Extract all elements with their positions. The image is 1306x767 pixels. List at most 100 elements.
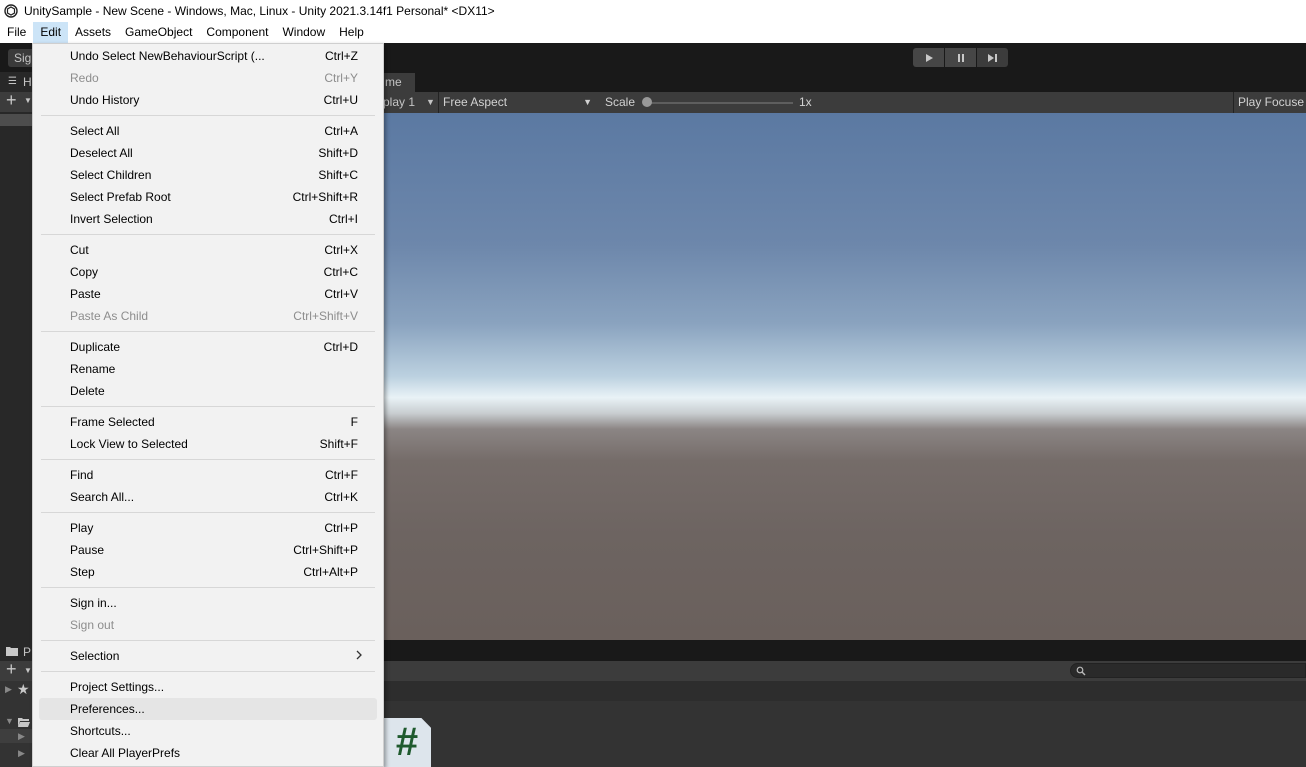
chevron-down-icon[interactable]: ▼	[24, 96, 32, 105]
menu-item-project-settings[interactable]: Project Settings...	[39, 676, 377, 698]
menu-separator	[41, 640, 375, 641]
menu-component[interactable]: Component	[199, 22, 275, 43]
chevron-right-icon	[355, 649, 363, 664]
menu-item-invert-selection[interactable]: Invert Selection Ctrl+I	[39, 208, 377, 230]
menu-separator	[41, 115, 375, 116]
menu-item-label: Copy	[70, 265, 99, 279]
menu-item-shortcut: Ctrl+Alt+P	[303, 565, 358, 579]
menu-item-frame-selected[interactable]: Frame Selected F	[39, 411, 377, 433]
menu-assets[interactable]: Assets	[68, 22, 118, 43]
aspect-dropdown[interactable]: Free Aspect ▼	[438, 92, 596, 113]
display-label: play 1	[383, 95, 416, 109]
menu-item-copy[interactable]: Copy Ctrl+C	[39, 261, 377, 283]
menu-item-deselect-all[interactable]: Deselect All Shift+D	[39, 142, 377, 164]
menu-item-label: Undo Select NewBehaviourScript (...	[70, 49, 265, 63]
step-button[interactable]	[977, 48, 1008, 67]
play-icon	[925, 53, 933, 62]
scale-slider-track[interactable]	[645, 102, 793, 104]
menu-item-label: Duplicate	[70, 340, 121, 354]
plus-icon[interactable]: +	[6, 90, 17, 111]
menu-item-shortcuts[interactable]: Shortcuts...	[39, 720, 377, 742]
menu-item-delete[interactable]: Delete	[39, 380, 377, 402]
plus-icon[interactable]: +	[6, 659, 17, 680]
menu-item-label: Select Children	[70, 168, 152, 182]
menu-item-shortcut: F	[350, 415, 358, 429]
hierarchy-selected-row[interactable]	[0, 114, 34, 126]
menu-gameobject[interactable]: GameObject	[118, 22, 199, 43]
step-icon	[988, 53, 997, 62]
menu-item-lock-view-to-selected[interactable]: Lock View to Selected Shift+F	[39, 433, 377, 455]
menu-item-label: Redo	[70, 71, 99, 85]
menu-item-label: Play	[70, 521, 94, 535]
menu-item-pause[interactable]: Pause Ctrl+Shift+P	[39, 539, 377, 561]
star-icon: ★	[17, 681, 30, 697]
folder-selected-row[interactable]	[0, 729, 34, 743]
menu-item-label: Sign in...	[70, 596, 117, 610]
menu-item-shortcut: Ctrl+Z	[325, 49, 358, 63]
hierarchy-tab[interactable]: ☰ H	[0, 72, 34, 92]
menu-item-play[interactable]: Play Ctrl+P	[39, 517, 377, 539]
menu-item-selection[interactable]: Selection	[39, 645, 377, 667]
hierarchy-toolbar: + ▼	[0, 90, 34, 112]
play-focused-dropdown[interactable]: Play Focuse	[1233, 92, 1306, 113]
aspect-label: Free Aspect	[443, 95, 508, 109]
menu-item-label: Select Prefab Root	[70, 190, 171, 204]
play-button[interactable]	[913, 48, 944, 67]
menu-item-shortcut: Ctrl+V	[324, 287, 358, 301]
menu-item-rename[interactable]: Rename	[39, 358, 377, 380]
menu-file[interactable]: File	[0, 22, 33, 43]
menu-item-select-children[interactable]: Select Children Shift+C	[39, 164, 377, 186]
pause-button[interactable]	[945, 48, 976, 67]
favorites-row[interactable]: ▶ ★	[0, 681, 34, 700]
menu-item-label: Deselect All	[70, 146, 133, 160]
menu-separator	[41, 406, 375, 407]
expand-arrow-icon: ▶	[18, 731, 25, 741]
menu-item-undo-history[interactable]: Undo History Ctrl+U	[39, 89, 377, 111]
window-title: UnitySample - New Scene - Windows, Mac, …	[24, 4, 495, 18]
project-breadcrumb	[383, 681, 1306, 702]
menu-item-duplicate[interactable]: Duplicate Ctrl+D	[39, 336, 377, 358]
menu-item-redo: Redo Ctrl+Y	[39, 67, 377, 89]
project-search-input[interactable]	[1070, 663, 1306, 678]
menu-item-search-all[interactable]: Search All... Ctrl+K	[39, 486, 377, 508]
menu-item-find[interactable]: Find Ctrl+F	[39, 464, 377, 486]
display-dropdown[interactable]: play 1 ▼	[383, 92, 437, 113]
menu-item-step[interactable]: Step Ctrl+Alt+P	[39, 561, 377, 583]
menu-item-sign-out: Sign out	[39, 614, 377, 636]
menu-item-select-prefab-root[interactable]: Select Prefab Root Ctrl+Shift+R	[39, 186, 377, 208]
csharp-script-icon: #	[395, 720, 419, 764]
menu-item-label: Selection	[70, 649, 120, 663]
menu-help[interactable]: Help	[332, 22, 371, 43]
folder-open-icon	[18, 716, 30, 730]
menu-item-select-all[interactable]: Select All Ctrl+A	[39, 120, 377, 142]
menu-item-label: Undo History	[70, 93, 140, 107]
menu-item-shortcut: Ctrl+A	[324, 124, 358, 138]
chevron-down-icon: ▼	[583, 97, 592, 107]
menu-edit[interactable]: Edit	[33, 22, 69, 43]
menu-item-paste[interactable]: Paste Ctrl+V	[39, 283, 377, 305]
game-view-toolbar: play 1 ▼ Free Aspect ▼ Scale 1x Play Foc…	[383, 92, 1306, 114]
menu-item-shortcut: Shift+C	[318, 168, 358, 182]
menu-item-shortcut: Ctrl+P	[324, 521, 358, 535]
menu-item-preferences[interactable]: Preferences...	[39, 698, 377, 720]
menu-item-clear-all-playerprefs[interactable]: Clear All PlayerPrefs	[39, 742, 377, 764]
menu-window[interactable]: Window	[275, 22, 332, 43]
game-viewport[interactable]	[383, 113, 1306, 640]
project-tab-label: P	[23, 645, 32, 659]
scale-slider-handle[interactable]	[642, 97, 652, 107]
menu-item-shortcut: Ctrl+U	[323, 93, 358, 107]
menu-item-label: Cut	[70, 243, 89, 257]
menu-separator	[41, 587, 375, 588]
menu-item-label: Rename	[70, 362, 116, 376]
project-assets-grid	[383, 701, 1306, 767]
menu-item-cut[interactable]: Cut Ctrl+X	[39, 239, 377, 261]
csharp-script-asset[interactable]: #	[383, 718, 431, 767]
menu-separator	[41, 512, 375, 513]
menu-item-shortcut: Ctrl+Y	[324, 71, 358, 85]
menu-item-sign-in[interactable]: Sign in...	[39, 592, 377, 614]
game-tab-bar	[383, 72, 1306, 92]
menu-item-undo-select-newbehaviourscript[interactable]: Undo Select NewBehaviourScript (... Ctrl+…	[39, 45, 377, 67]
menu-separator	[41, 459, 375, 460]
chevron-down-icon[interactable]: ▼	[24, 666, 32, 675]
tab-game[interactable]: me	[383, 73, 415, 92]
